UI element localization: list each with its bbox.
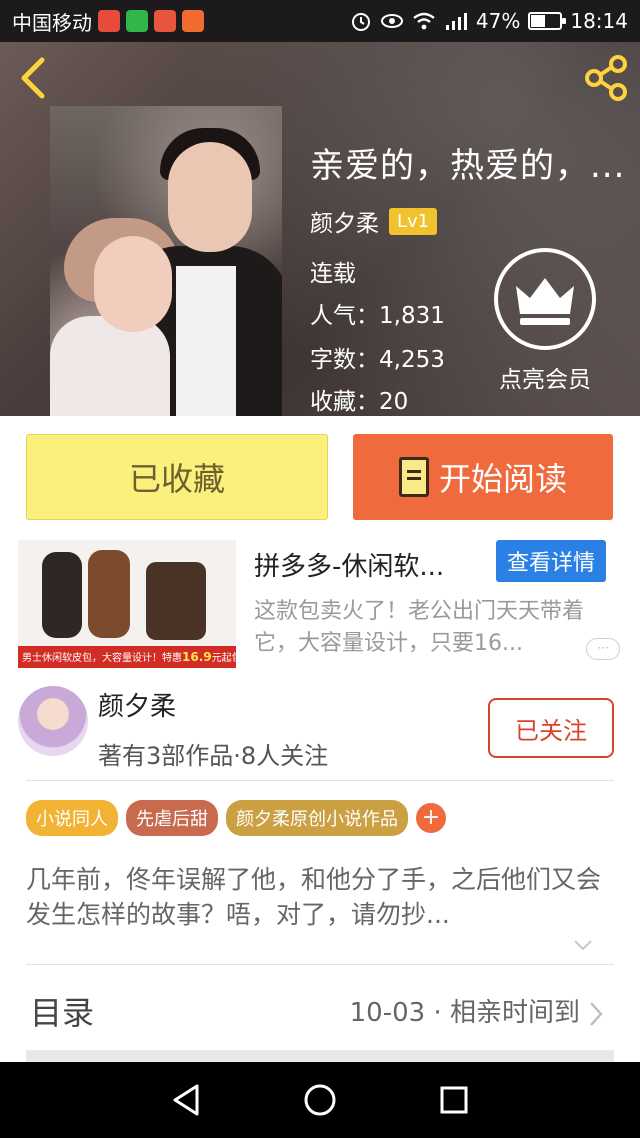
book-status: 连载 <box>310 261 356 287</box>
start-reading-button[interactable]: 开始阅读 <box>353 434 613 520</box>
author-name: 颜夕柔 <box>98 692 177 722</box>
ad-image-caption: 男士休闲软皮包，大容量设计！特惠16.9元起包邮！ <box>18 646 236 668</box>
tag-item[interactable]: 先虐后甜 <box>126 800 218 836</box>
vip-label: 点亮会员 <box>499 367 591 393</box>
ad-more-button[interactable]: ··· <box>586 638 620 660</box>
book-detail-panel: 已收藏 开始阅读 男士休闲软皮包，大容量设计！特惠16.9元起包邮！ 拼多多-休… <box>0 416 640 1062</box>
status-bar: 中国移动 47% 18:14 <box>0 0 640 42</box>
latest-chapter: 10-03 · 相亲时间到 <box>349 998 580 1028</box>
ad-banner[interactable]: 男士休闲软皮包，大容量设计！特惠16.9元起包邮！ 拼多多-休闲软... 查看详… <box>18 540 622 668</box>
follow-button[interactable]: 已关注 <box>488 698 614 758</box>
author-card[interactable]: 颜夕柔 著有3部作品·8人关注 已关注 <box>18 684 622 780</box>
toc-label: 目录 <box>30 994 95 1032</box>
alarm-icon <box>351 13 370 31</box>
ad-title: 拼多多-休闲软... <box>254 552 445 582</box>
tag-list: 小说同人 先虐后甜 颜夕柔原创小说作品 + <box>26 800 446 836</box>
level-badge: Lv1 <box>389 207 438 235</box>
book-description[interactable]: 几年前，佟年误解了他，和他分了手，之后他们又会发生怎样的故事？唔，对了，请勿抄.… <box>26 862 612 932</box>
back-triangle-icon[interactable] <box>171 1083 201 1117</box>
eye-icon <box>380 14 403 28</box>
book-author[interactable]: 颜夕柔 <box>310 204 379 238</box>
book-author-line: 颜夕柔 Lv1 <box>310 204 438 238</box>
taobao-icon <box>98 10 120 32</box>
wifi-icon <box>413 12 435 30</box>
divider <box>26 964 614 965</box>
favorite-button[interactable]: 已收藏 <box>26 434 328 520</box>
clock: 18:14 <box>570 9 628 33</box>
book-icon <box>398 457 429 497</box>
share-icon <box>585 55 627 101</box>
content-edge <box>26 1050 614 1062</box>
chevron-left-icon <box>21 57 45 99</box>
avatar[interactable] <box>18 686 88 756</box>
tag-item[interactable]: 颜夕柔原创小说作品 <box>226 800 408 836</box>
share-button[interactable] <box>582 54 630 102</box>
video-icon <box>182 10 204 32</box>
book-word-count: 字数：4,253 <box>310 347 445 373</box>
iqiyi-icon <box>126 10 148 32</box>
system-nav-bar <box>0 1062 640 1138</box>
start-reading-label: 开始阅读 <box>438 460 567 498</box>
back-button[interactable] <box>16 56 56 100</box>
chevron-right-icon <box>590 1002 603 1026</box>
favorite-label: 已收藏 <box>128 460 225 498</box>
vip-button[interactable] <box>494 248 596 350</box>
book-cover[interactable] <box>50 106 282 416</box>
add-tag-button[interactable]: + <box>416 803 446 833</box>
battery-icon <box>528 12 567 30</box>
tag-item[interactable]: 小说同人 <box>26 800 118 836</box>
book-title: 亲爱的，热爱的，... <box>310 146 626 186</box>
app-icon <box>154 10 176 32</box>
author-stats: 著有3部作品·8人关注 <box>98 742 329 770</box>
ad-description: 这款包卖火了！老公出门天天带着它，大容量设计，只要16... <box>254 599 585 656</box>
chevron-down-icon[interactable] <box>572 934 594 956</box>
signal-icon <box>445 13 467 30</box>
book-popularity: 人气：1,831 <box>310 303 445 329</box>
divider <box>26 780 614 781</box>
crown-icon <box>516 278 574 325</box>
battery-percent: 47% <box>475 9 521 33</box>
ad-details-button[interactable]: 查看详情 <box>496 540 606 582</box>
book-header: 亲爱的，热爱的，... 颜夕柔 Lv1 连载 人气：1,831 字数：4,253… <box>0 42 640 416</box>
carrier-label: 中国移动 <box>12 10 92 35</box>
home-circle-icon[interactable] <box>303 1083 337 1117</box>
table-of-contents-row[interactable]: 目录 10-03 · 相亲时间到 <box>26 982 614 1052</box>
recents-square-icon[interactable] <box>439 1085 469 1115</box>
ad-image[interactable]: 男士休闲软皮包，大容量设计！特惠16.9元起包邮！ <box>18 540 236 668</box>
book-favorites: 收藏：20 <box>310 389 409 415</box>
